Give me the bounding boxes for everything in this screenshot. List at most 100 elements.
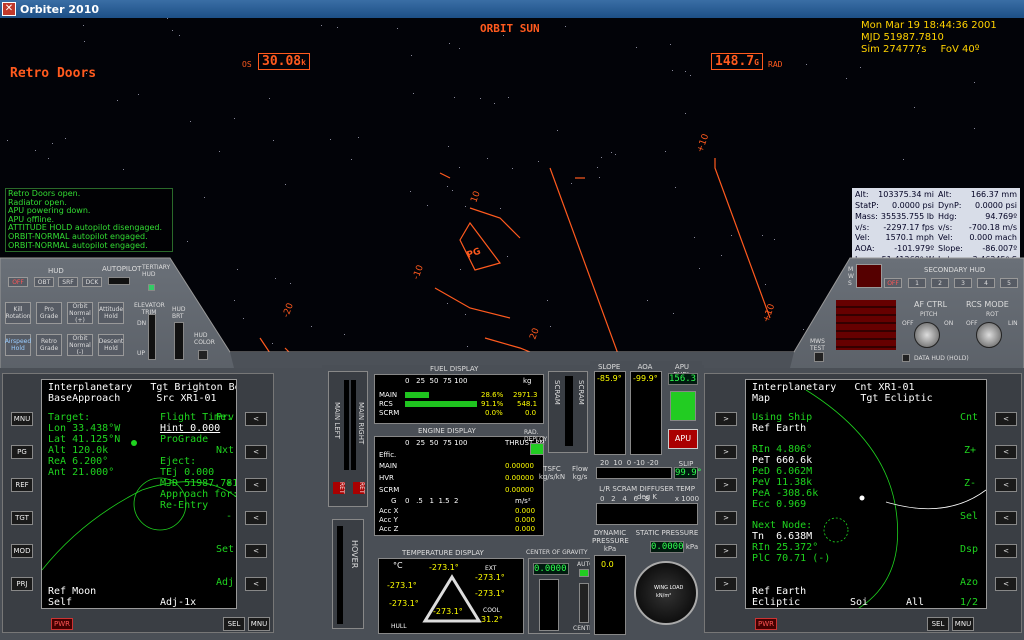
fuel-main-bar bbox=[405, 392, 429, 398]
scram-slider[interactable] bbox=[565, 376, 573, 446]
engine-hvr-label: HVR bbox=[379, 474, 394, 482]
fuel-scrm-kg: 0.0 bbox=[525, 409, 537, 417]
right-mfd-l3-button[interactable]: > bbox=[715, 478, 737, 492]
attitude-hold-button[interactable]: Attitude Hold bbox=[98, 302, 124, 324]
left-mfd-r2-button[interactable]: < bbox=[245, 445, 267, 459]
static-pressure-title: STATIC PRESSURE bbox=[635, 529, 699, 537]
right-mfd-l6-button[interactable]: > bbox=[715, 577, 737, 591]
flight-data-value: 166.37 mm bbox=[970, 190, 1017, 199]
left-mfd-mod-button[interactable]: MOD bbox=[11, 544, 33, 558]
left-mfd-r1-button[interactable]: < bbox=[245, 412, 267, 426]
retrograde-button[interactable]: Retro Grade bbox=[36, 334, 62, 356]
right-ref-earth: Ref Earth bbox=[752, 423, 807, 434]
ladder-rung bbox=[439, 172, 451, 179]
hud-srf-button[interactable]: SRF bbox=[58, 277, 78, 287]
right-mfd-r2-button[interactable]: < bbox=[995, 445, 1017, 459]
elevator-trim-slider[interactable] bbox=[148, 314, 156, 360]
main-throttle[interactable]: MAIN LEFT MAIN RIGHT RET RET bbox=[328, 371, 368, 507]
right-mfd-l2-button[interactable]: > bbox=[715, 445, 737, 459]
cg-slider[interactable] bbox=[579, 583, 589, 623]
left-mfd-ref-button[interactable]: REF bbox=[11, 478, 33, 492]
hud-dck-button[interactable]: DCK bbox=[82, 277, 102, 287]
flight-data-row: Vel: 1570.1 mph bbox=[855, 233, 934, 244]
hover-throttle[interactable]: HOVER bbox=[332, 519, 364, 629]
slope-gauge: -85.9° bbox=[594, 371, 626, 455]
rad-deploy-light[interactable] bbox=[530, 443, 544, 455]
left-self: Self bbox=[48, 597, 73, 608]
wing-load-unit: kN/m² bbox=[656, 593, 672, 599]
right-mfd-r6-button[interactable]: < bbox=[995, 577, 1017, 591]
aoa-value: -99.9° bbox=[633, 374, 658, 383]
orbit-normal-plus-button[interactable]: Orbit Normal (+) bbox=[67, 302, 93, 324]
right-using-ship: Using Ship bbox=[752, 412, 813, 423]
right-mfd-sel-button[interactable]: SEL bbox=[927, 617, 949, 631]
tertiary-hud-light[interactable] bbox=[148, 284, 155, 291]
shud-3-button[interactable]: 3 bbox=[954, 278, 972, 288]
right-mfd-l1-button[interactable]: > bbox=[715, 412, 737, 426]
prograde-button[interactable]: Pro Grade bbox=[36, 302, 62, 324]
left-mfd-r4-button[interactable]: < bbox=[245, 511, 267, 525]
hud-color-button[interactable] bbox=[198, 350, 208, 360]
rcs-mode-knob[interactable] bbox=[976, 322, 1002, 348]
cg-auto-light[interactable] bbox=[579, 569, 589, 577]
hud-obt-button[interactable]: OBT bbox=[34, 277, 54, 287]
airspeed-hold-button[interactable]: Airspeed Hold bbox=[5, 334, 31, 356]
flight-data-label: StatP: bbox=[855, 200, 879, 210]
right-mfd-power-button[interactable]: PWR bbox=[755, 618, 777, 630]
left-mfd-menu-button[interactable]: MNU bbox=[248, 617, 270, 631]
left-mfd-r6-button[interactable]: < bbox=[245, 577, 267, 591]
apu-button[interactable]: APU bbox=[668, 429, 698, 449]
right-mfd-r3-button[interactable]: < bbox=[995, 478, 1017, 492]
x1000-label: x 1000 bbox=[674, 495, 700, 503]
shud-off-button[interactable]: OFF bbox=[884, 278, 902, 288]
shud-5-button[interactable]: 5 bbox=[1000, 278, 1018, 288]
main-left-slider[interactable] bbox=[344, 380, 349, 470]
hover-label: HOVER bbox=[350, 540, 359, 569]
shud-4-button[interactable]: 4 bbox=[977, 278, 995, 288]
left-mfd-tgt-button[interactable]: TGT bbox=[11, 511, 33, 525]
hud-off-button[interactable]: OFF bbox=[8, 277, 28, 287]
slip-value: 99.9° bbox=[674, 467, 703, 479]
right-mfd-l4-button[interactable]: > bbox=[715, 511, 737, 525]
left-ant: Ant 21.000° bbox=[48, 467, 115, 478]
right-mfd-menu-button[interactable]: MNU bbox=[952, 617, 974, 631]
data-hud-button[interactable] bbox=[902, 354, 910, 362]
fuel-scrm-pct: 0.0% bbox=[485, 409, 503, 417]
left-mfd-r5-button[interactable]: < bbox=[245, 544, 267, 558]
hud-brightness-slider[interactable] bbox=[174, 322, 184, 360]
dynamic-pressure-value: 0.0 bbox=[601, 560, 614, 569]
mws-test-button[interactable] bbox=[814, 352, 824, 362]
kill-rotation-button[interactable]: Kill Rotation bbox=[5, 302, 31, 324]
hover-slider[interactable] bbox=[337, 526, 343, 624]
right-mfd-r4-button[interactable]: < bbox=[995, 511, 1017, 525]
right-mfd-r5-button[interactable]: < bbox=[995, 544, 1017, 558]
left-mfd-mnu-button[interactable]: MNU bbox=[11, 412, 33, 426]
right-all: All bbox=[906, 597, 925, 608]
af-ctrl-knob[interactable] bbox=[914, 322, 940, 348]
descent-hold-button[interactable]: Descent Hold bbox=[98, 334, 124, 356]
right-mfd: Interplanetary Cnt XR1-01 Map Tgt Eclipt… bbox=[704, 373, 1022, 633]
left-mfd-pg-button[interactable]: PG bbox=[11, 445, 33, 459]
shud-2-button[interactable]: 2 bbox=[931, 278, 949, 288]
right-mfd-r1-button[interactable]: < bbox=[995, 412, 1017, 426]
left-mfd-header2: BaseApproach Src XR1-01 bbox=[48, 393, 217, 404]
left-ref: Ref Moon bbox=[48, 586, 97, 597]
orbit-normal-minus-button[interactable]: Orbit Normal (-) bbox=[67, 334, 93, 356]
master-warning-light[interactable] bbox=[856, 264, 882, 288]
shud-1-button[interactable]: 1 bbox=[908, 278, 926, 288]
left-mfd-prj-button[interactable]: PRJ bbox=[11, 577, 33, 591]
left-mfd-power-button[interactable]: PWR bbox=[51, 618, 73, 630]
static-pressure-value: 0.0000 bbox=[650, 541, 684, 553]
af-on-label: ON bbox=[944, 320, 954, 327]
wing-load-gauge: WING LOAD kN/m² bbox=[634, 561, 698, 625]
fuel-kg-label: kg bbox=[523, 377, 532, 385]
right-mfd-l5-button[interactable]: > bbox=[715, 544, 737, 558]
flight-data-label: Vel: bbox=[855, 233, 870, 243]
main-right-slider[interactable] bbox=[351, 380, 356, 470]
scram-throttle[interactable]: SCRAM SCRAM bbox=[548, 371, 588, 453]
left-mfd-sel-button[interactable]: SEL bbox=[223, 617, 245, 631]
main-right-label: MAIN RIGHT bbox=[357, 402, 365, 445]
right-mfd-header1: Interplanetary Cnt XR1-01 bbox=[752, 382, 915, 393]
af-ctrl-label: AF CTRL bbox=[914, 300, 948, 309]
left-mfd-r3-button[interactable]: < bbox=[245, 478, 267, 492]
